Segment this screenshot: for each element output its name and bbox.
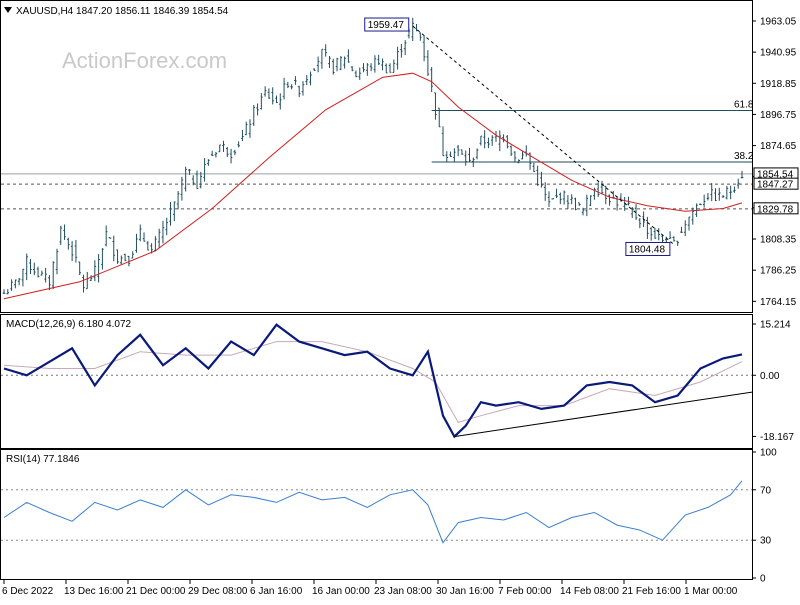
macd-title: MACD(12,26,9) 6.180 4.072 (6, 319, 132, 330)
time-tick-label: 30 Jan 16:00 (436, 586, 494, 597)
moving-average-line (3, 72, 743, 300)
macd-axis: 15.214 0.00 -18.167 (752, 320, 794, 443)
macd-tick-label: -18.167 (760, 432, 794, 443)
price-levels (1, 110, 752, 210)
time-tick-label: 6 Dec 2022 (2, 586, 54, 597)
time-axis: 6 Dec 2022 13 Dec 16:00 21 Dec 00:00 29 Dec… (2, 580, 738, 597)
chart-title: XAUUSD,H4 1847.20 1856.11 1846.39 1854.5… (4, 6, 229, 17)
price-tick-label: 1918.85 (760, 79, 797, 90)
low-marker: 1804.48 (625, 241, 671, 256)
macd-tick-label: 15.214 (760, 320, 791, 331)
rsi-axis: 100 70 30 0 (752, 448, 777, 585)
rsi-tick-label: 100 (760, 448, 777, 459)
fib-382-label: 38.2 (734, 151, 754, 162)
time-tick-label: 13 Dec 16:00 (64, 586, 124, 597)
macd-trendline (454, 391, 753, 438)
rsi-tick-label: 30 (760, 536, 772, 547)
price-tick-label: 1808.35 (760, 235, 797, 246)
watermark: ActionForex.com (62, 48, 227, 73)
rsi-tick-label: 70 (760, 485, 772, 496)
high-label: 1959.47 (368, 20, 405, 31)
time-tick-label: 21 Dec 00:00 (126, 586, 186, 597)
fib-618-label: 61.8 (734, 100, 754, 111)
macd-tick-label: 0.00 (760, 371, 780, 382)
time-tick-label: 21 Feb 16:00 (622, 586, 681, 597)
price-tick-label: 1940.95 (760, 48, 797, 59)
chart-canvas: ActionForex.com XAUUSD,H4 1847.20 1856.1… (0, 0, 799, 597)
chart-title-text: XAUUSD,H4 1847.20 1856.11 1846.39 1854.5… (16, 6, 229, 17)
rsi-tick-label: 0 (760, 574, 766, 585)
chart-window: ActionForex.com XAUUSD,H4 1847.20 1856.1… (0, 0, 800, 600)
price-tick-label: 1874.65 (760, 141, 797, 152)
high-marker: 1959.47 (364, 17, 410, 32)
time-tick-label: 16 Jan 00:00 (312, 586, 370, 597)
macd-panel-frame (0, 314, 753, 449)
rsi-levels (1, 489, 752, 541)
time-tick-label: 23 Jan 08:00 (374, 586, 432, 597)
price-tick-label: 1896.75 (760, 110, 797, 121)
time-tick-label: 14 Feb 08:00 (560, 586, 619, 597)
fibonacci-connector-line (412, 25, 675, 245)
price-tick-label: 1963.05 (760, 16, 797, 27)
time-tick-label: 1 Mar 00:00 (684, 586, 738, 597)
price-tick-label: 1764.15 (760, 297, 797, 308)
price-axis: 1963.051940.951918.851896.751874.651852.… (752, 16, 797, 308)
support-tag-text: 1829.78 (757, 204, 794, 215)
open-price-tag-text: 1847.27 (757, 180, 794, 191)
low-label: 1804.48 (629, 244, 666, 255)
support-tag: 1829.78 (753, 202, 799, 215)
chart-menu-arrow-icon[interactable] (4, 7, 12, 13)
time-tick-label: 29 Dec 08:00 (188, 586, 248, 597)
rsi-panel-frame (0, 449, 753, 580)
rsi-title: RSI(14) 77.1846 (6, 454, 80, 465)
time-tick-label: 7 Feb 00:00 (498, 586, 552, 597)
open-price-tag: 1847.27 (753, 177, 799, 191)
price-tick-label: 1786.25 (760, 266, 797, 277)
macd-main-line (3, 323, 743, 439)
time-tick-label: 6 Jan 16:00 (250, 586, 303, 597)
